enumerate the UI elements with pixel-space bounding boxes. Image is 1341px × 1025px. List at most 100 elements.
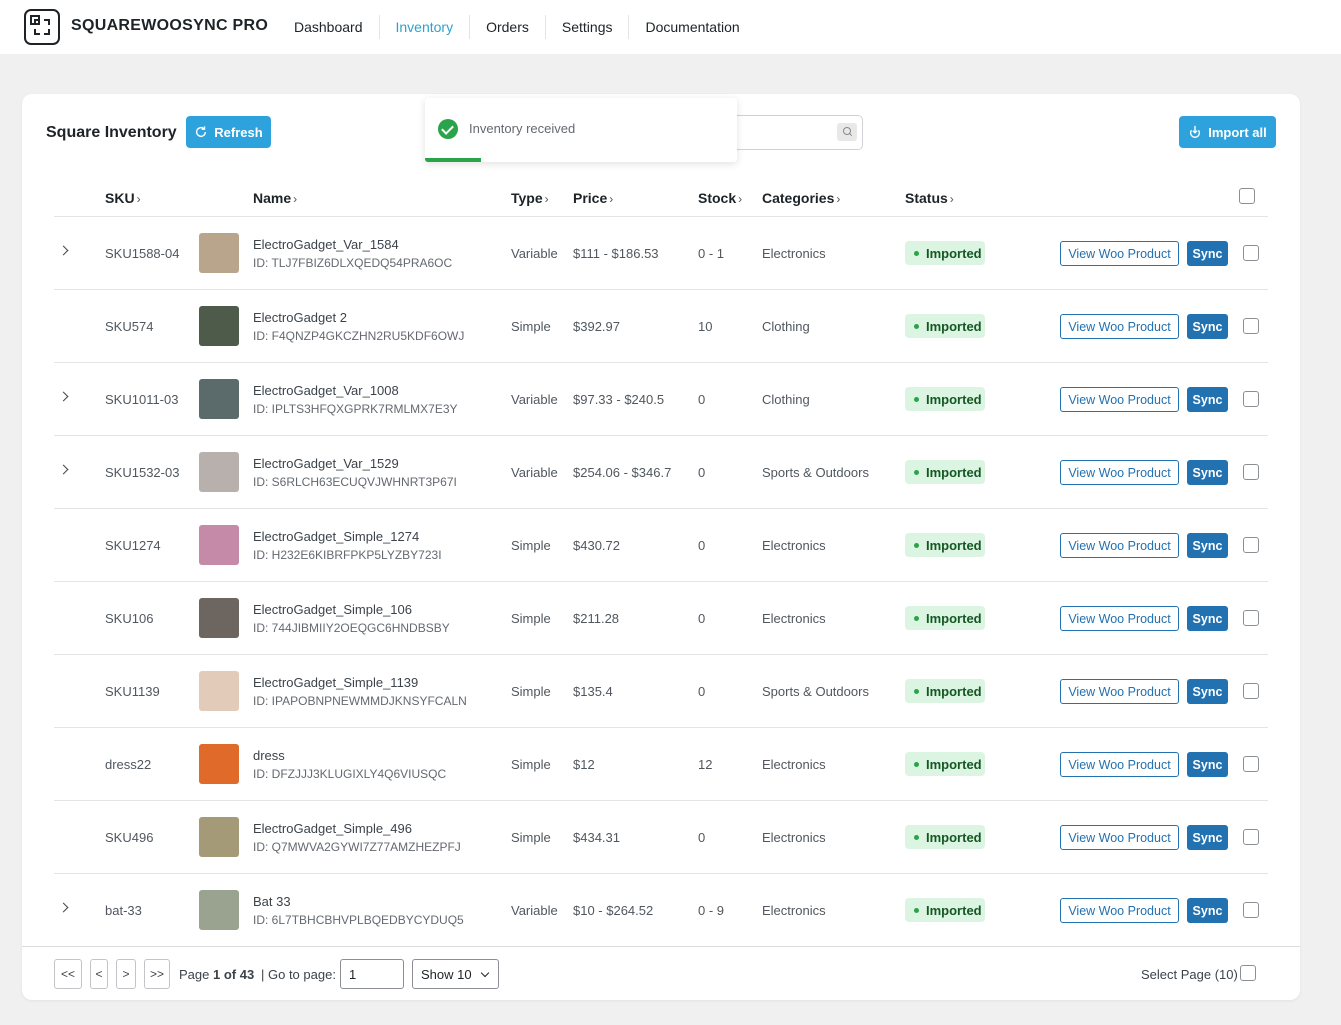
prev-page-button[interactable]: < [90,959,108,989]
sync-button[interactable]: Sync [1187,752,1228,777]
type-cell: Variable [511,246,558,261]
header-type[interactable]: Type › [511,190,549,206]
view-woo-product-button[interactable]: View Woo Product [1060,241,1179,266]
nav-orders[interactable]: Orders [470,15,546,39]
select-page-checkbox[interactable] [1240,965,1256,981]
sync-button[interactable]: Sync [1187,314,1228,339]
category-cell: Clothing [762,392,810,407]
sync-button[interactable]: Sync [1187,606,1228,631]
panel-title: Square Inventory [46,124,177,141]
header-price[interactable]: Price › [573,190,613,206]
toast-notification[interactable]: Inventory received [425,98,737,162]
status-dot-icon [914,761,919,767]
status-dot-icon [914,323,919,329]
row-checkbox[interactable] [1243,391,1259,407]
price-cell: $430.72 [573,538,620,553]
price-cell: $97.33 - $240.5 [573,392,665,407]
product-thumbnail [199,744,239,784]
sync-button[interactable]: Sync [1187,533,1228,558]
status-dot-icon [914,469,919,475]
product-name: ElectroGadget_Var_1529 [253,456,399,471]
header-sku[interactable]: SKU › [105,190,141,206]
header-status[interactable]: Status › [905,190,954,206]
main-nav: Dashboard Inventory Orders Settings Docu… [278,0,756,54]
view-woo-product-button[interactable]: View Woo Product [1060,387,1179,412]
brand-name: SQUAREWOOSYNC PRO [71,17,269,34]
row-checkbox[interactable] [1243,464,1259,480]
header-stock[interactable]: Stock › [698,190,742,206]
product-id: ID: F4QNZP4GKCZHN2RU5KDF6OWJ [253,329,465,343]
header-categories[interactable]: Categories › [762,190,840,206]
sync-button[interactable]: Sync [1187,898,1228,923]
view-woo-product-button[interactable]: View Woo Product [1060,679,1179,704]
first-page-button[interactable]: << [54,959,82,989]
row-checkbox[interactable] [1243,318,1259,334]
refresh-label: Refresh [214,124,263,140]
status-badge: Imported [905,606,985,630]
category-cell: Electronics [762,611,826,626]
toast-message: Inventory received [469,121,576,136]
view-woo-product-button[interactable]: View Woo Product [1060,898,1179,923]
product-id: ID: Q7MWVA2GYWI7Z77AMZHEZPFJ [253,840,461,854]
import-all-button[interactable]: Import all [1179,116,1276,148]
sync-button[interactable]: Sync [1187,241,1228,266]
header-name[interactable]: Name › [253,190,297,206]
sync-button[interactable]: Sync [1187,679,1228,704]
sync-button[interactable]: Sync [1187,460,1228,485]
nav-settings[interactable]: Settings [546,15,630,39]
sync-button[interactable]: Sync [1187,387,1228,412]
chevron-down-icon [480,968,490,978]
product-id: ID: S6RLCH63ECUQVJWHNRT3P67I [253,475,457,489]
row-checkbox[interactable] [1243,245,1259,261]
import-icon [1190,125,1201,138]
sync-button[interactable]: Sync [1187,825,1228,850]
status-dot-icon [914,834,919,840]
row-checkbox[interactable] [1243,683,1259,699]
table-row: SKU1588-04 ElectroGadget_Var_1584 ID: TLJ7… [54,217,1268,290]
row-checkbox[interactable] [1243,756,1259,772]
row-checkbox[interactable] [1243,902,1259,918]
last-page-button[interactable]: >> [144,959,170,989]
nav-dashboard[interactable]: Dashboard [278,15,380,39]
row-checkbox[interactable] [1243,610,1259,626]
view-woo-product-button[interactable]: View Woo Product [1060,752,1179,777]
view-woo-product-button[interactable]: View Woo Product [1060,606,1179,631]
next-page-button[interactable]: > [116,959,136,989]
view-woo-product-button[interactable]: View Woo Product [1060,533,1179,558]
expand-chevron-icon[interactable] [58,901,70,915]
status-badge: Imported [905,241,985,265]
view-woo-product-button[interactable]: View Woo Product [1060,460,1179,485]
expand-chevron-icon[interactable] [58,390,70,404]
nav-inventory[interactable]: Inventory [380,15,471,39]
expand-chevron-icon[interactable] [58,463,70,477]
status-badge: Imported [905,825,985,849]
select-all-checkbox[interactable] [1239,188,1255,204]
stock-cell: 0 [698,830,706,845]
goto-label: | Go to page: [261,967,336,982]
goto-page-input[interactable]: 1 [340,959,404,989]
search-input[interactable] [722,115,863,150]
product-name: ElectroGadget_Var_1008 [253,383,399,398]
product-id: ID: 744JIBMIIY2OEQGC6HNDBSBY [253,621,450,635]
type-cell: Simple [511,684,551,699]
table-header: SKU › Name › Type › Price › Stock › Categorie… [54,188,1268,217]
row-checkbox[interactable] [1243,537,1259,553]
nav-documentation[interactable]: Documentation [629,15,755,39]
row-checkbox[interactable] [1243,829,1259,845]
view-woo-product-button[interactable]: View Woo Product [1060,314,1179,339]
product-thumbnail [199,233,239,273]
product-thumbnail [199,890,239,930]
expand-chevron-icon[interactable] [58,244,70,258]
table-row: bat-33 Bat 33 ID: 6L7TBHCBHVPLBQEDBYCYDUQ5… [54,874,1268,947]
product-name: ElectroGadget_Simple_1274 [253,529,420,544]
type-cell: Variable [511,903,558,918]
view-woo-product-button[interactable]: View Woo Product [1060,825,1179,850]
table-row: SKU1139 ElectroGadget_Simple_1139 ID: IPAP… [54,655,1268,728]
category-cell: Electronics [762,757,826,772]
product-id: ID: IPAPOBNPNEWMMDJKNSYFCALN [253,694,467,708]
category-cell: Sports & Outdoors [762,684,869,699]
type-cell: Variable [511,392,558,407]
stock-cell: 0 [698,538,706,553]
page-size-select[interactable]: Show 10 [412,959,499,989]
refresh-button[interactable]: Refresh [186,116,271,148]
